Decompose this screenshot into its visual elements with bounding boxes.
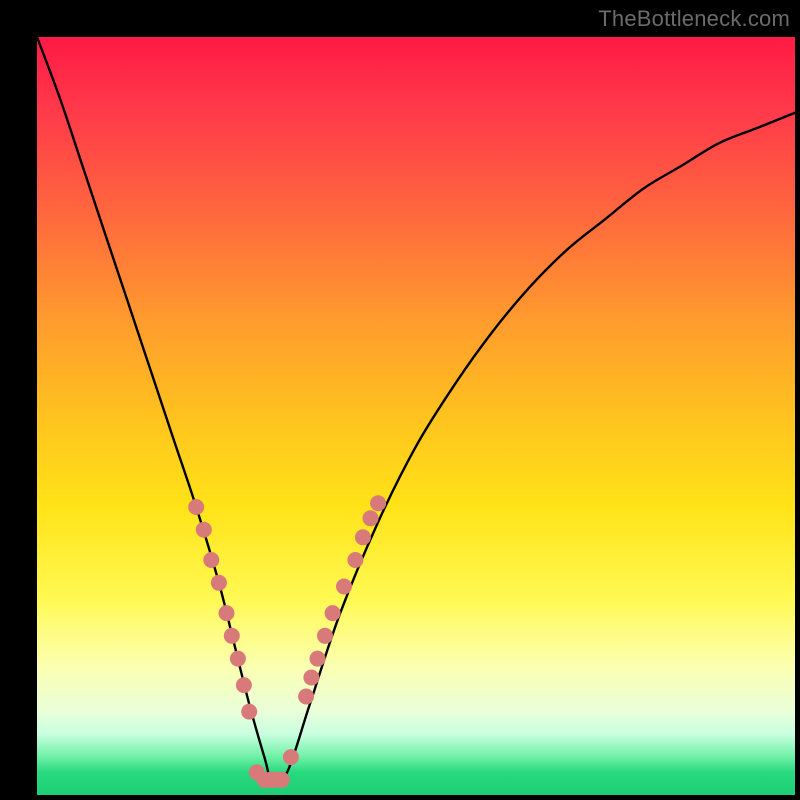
highlight-dot: [224, 628, 240, 644]
chart-svg: [37, 37, 795, 795]
highlight-dot: [196, 522, 212, 538]
highlight-dot: [241, 704, 257, 720]
highlight-dot: [363, 510, 379, 526]
highlight-dot: [283, 749, 299, 765]
plot-area: [37, 37, 795, 795]
highlight-dot: [203, 552, 219, 568]
watermark-text: TheBottleneck.com: [598, 6, 790, 32]
highlight-dot: [274, 772, 290, 788]
highlight-dots-group: [188, 495, 386, 788]
highlight-dot: [317, 628, 333, 644]
highlight-dot: [336, 579, 352, 595]
bottleneck-curve: [37, 37, 795, 782]
highlight-dot: [347, 552, 363, 568]
highlight-dot: [211, 575, 227, 591]
highlight-dot: [355, 529, 371, 545]
highlight-dot: [370, 495, 386, 511]
chart-stage: TheBottleneck.com: [0, 0, 800, 800]
highlight-dot: [236, 677, 252, 693]
highlight-dot: [298, 689, 314, 705]
highlight-dot: [303, 670, 319, 686]
highlight-dot: [188, 499, 204, 515]
highlight-dot: [325, 605, 341, 621]
highlight-dot: [310, 651, 326, 667]
highlight-dot: [219, 605, 235, 621]
highlight-dot: [230, 651, 246, 667]
